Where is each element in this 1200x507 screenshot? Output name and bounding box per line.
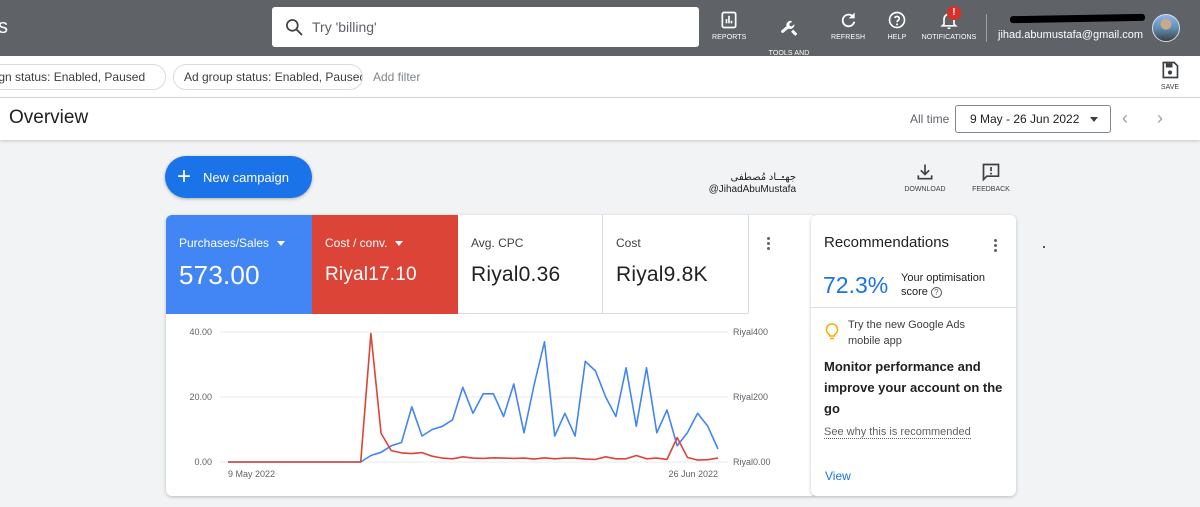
help-icon[interactable]: ? [930, 286, 942, 298]
more-options-icon[interactable] [767, 237, 771, 252]
stray-dot [1043, 246, 1045, 248]
recommendations-card: Recommendations 72.3% Your optimisation … [811, 215, 1016, 496]
metric-label: Avg. CPC [471, 236, 524, 250]
save-label: SAVE [1160, 84, 1180, 91]
add-filter-button[interactable]: Add filter [373, 70, 420, 84]
ad-group-status-filter-chip[interactable]: Ad group status: Enabled, Paused [173, 64, 363, 90]
previous-period-chevron-icon[interactable]: ‹ [1122, 108, 1128, 129]
feedback-button[interactable]: FEEDBACK [970, 162, 1012, 193]
optimisation-score-label: Your optimisation score? [901, 271, 1001, 299]
metric-avg-cpc[interactable]: Avg. CPC Riyal0.36 [458, 215, 603, 314]
download-icon [917, 164, 933, 180]
watermark-handle: @JihadAbuMustafa [708, 184, 796, 195]
download-label: DOWNLOAD [904, 186, 946, 193]
left-tick-label: 20.00 [189, 392, 212, 402]
notifications-button[interactable]: ! NOTIFICATIONS [921, 6, 977, 42]
account-email[interactable]: jihad.abumustafa@gmail.com [998, 29, 1143, 41]
performance-card: Purchases/Sales 573.00 Cost / conv. Riya… [166, 215, 817, 496]
date-range-value: 9 May - 26 Jun 2022 [970, 112, 1080, 126]
reports-button[interactable]: REPORTS [712, 10, 746, 42]
series-line-cost-conv- [228, 332, 719, 463]
download-button[interactable]: DOWNLOAD [902, 162, 948, 193]
page-header: Overview All time 9 May - 26 Jun 2022 ‹ … [0, 98, 1200, 140]
left-tick-label: 40.00 [189, 327, 212, 337]
feedback-icon [982, 163, 1000, 182]
right-tick-label: Riyal200 [733, 392, 768, 402]
lightbulb-icon [825, 323, 839, 340]
watermark: جهـــاد مُصطفى @JihadAbuMustafa [700, 172, 796, 196]
dropdown-caret-icon [1090, 117, 1098, 122]
campaign-status-filter-chip[interactable]: Campaign status: Enabled, Paused [0, 64, 166, 90]
metric-purchases-sales[interactable]: Purchases/Sales 573.00 [166, 215, 312, 314]
new-campaign-button[interactable]: + New campaign [165, 156, 312, 198]
top-app-bar: s REPORTS TOOLS AND SETTINGS REFRESH HEL… [0, 0, 1200, 65]
product-name-fragment: s [0, 16, 8, 38]
save-icon [1162, 61, 1179, 79]
x-start-label: 9 May 2022 [228, 469, 275, 479]
topbar-divider [986, 14, 987, 42]
search-icon [286, 19, 303, 36]
filter-bar: Campaign status: Enabled, Paused Ad grou… [0, 56, 1200, 98]
plus-icon: + [177, 163, 192, 190]
metric-value: 573.00 [179, 260, 260, 290]
left-tick-label: 0.00 [194, 457, 212, 467]
page-title: Overview [9, 107, 89, 128]
help-icon [888, 11, 906, 29]
metric-dropdown-caret-icon[interactable] [395, 240, 404, 246]
reports-label: REPORTS [712, 34, 747, 41]
save-button[interactable]: SAVE [1158, 60, 1182, 91]
metric-cost[interactable]: Cost Riyal9.8K [603, 215, 749, 314]
metric-value: Riyal9.8K [616, 263, 708, 286]
refresh-label: REFRESH [831, 34, 866, 41]
date-range-dropdown[interactable]: 9 May - 26 Jun 2022 [955, 105, 1111, 133]
new-campaign-label: New campaign [203, 169, 290, 185]
score-label-text: Your optimisation score [901, 272, 985, 298]
date-range-preset-label: All time [910, 112, 950, 126]
refresh-icon [841, 12, 856, 28]
performance-line-chart: 40.00 Riyal400 20.00 Riyal200 0.00 Riyal0.00 9… [189, 327, 771, 479]
feedback-label: FEEDBACK [972, 186, 1010, 193]
metric-label: Cost [616, 236, 641, 250]
more-options-icon[interactable] [994, 239, 998, 254]
recommendation-tip: Try the new Google Ads mobile app [848, 319, 965, 347]
help-button[interactable]: HELP [884, 10, 910, 42]
notification-badge: ! [947, 6, 961, 20]
avatar[interactable] [1152, 14, 1180, 42]
recommendations-title: Recommendations [824, 234, 950, 251]
metric-value: Riyal17.10 [325, 264, 417, 285]
search-input[interactable] [312, 19, 672, 35]
metric-value: Riyal0.36 [471, 263, 561, 286]
metric-cost-per-conversion[interactable]: Cost / conv. Riyal17.10 [312, 215, 458, 314]
divider [811, 307, 1016, 308]
x-end-label: 26 Jun 2022 [668, 469, 718, 479]
search-box[interactable] [272, 7, 699, 47]
redacted-account-name [1009, 13, 1146, 24]
refresh-button[interactable]: REFRESH [831, 10, 865, 42]
metric-label: Cost / conv. [325, 236, 388, 250]
wrench-icon [781, 20, 798, 36]
see-why-link[interactable]: See why this is recommended [824, 426, 971, 439]
next-period-chevron-icon[interactable]: › [1157, 108, 1163, 129]
right-tick-label: Riyal0.00 [733, 457, 771, 467]
watermark-arabic-name: جهـــاد مُصطفى [730, 172, 796, 183]
help-label: HELP [887, 34, 907, 41]
metric-label: Purchases/Sales [179, 236, 270, 250]
recommendation-headline: Monitor performance and improve your acc… [824, 359, 1003, 416]
reports-icon [721, 11, 737, 29]
view-button[interactable]: View [825, 469, 851, 483]
optimisation-score: 72.3% [823, 272, 889, 298]
right-tick-label: Riyal400 [733, 327, 768, 337]
metric-dropdown-caret-icon[interactable] [277, 240, 286, 246]
notifications-label: NOTIFICATIONS [921, 34, 977, 41]
series-line-purchases-sales [228, 340, 719, 463]
